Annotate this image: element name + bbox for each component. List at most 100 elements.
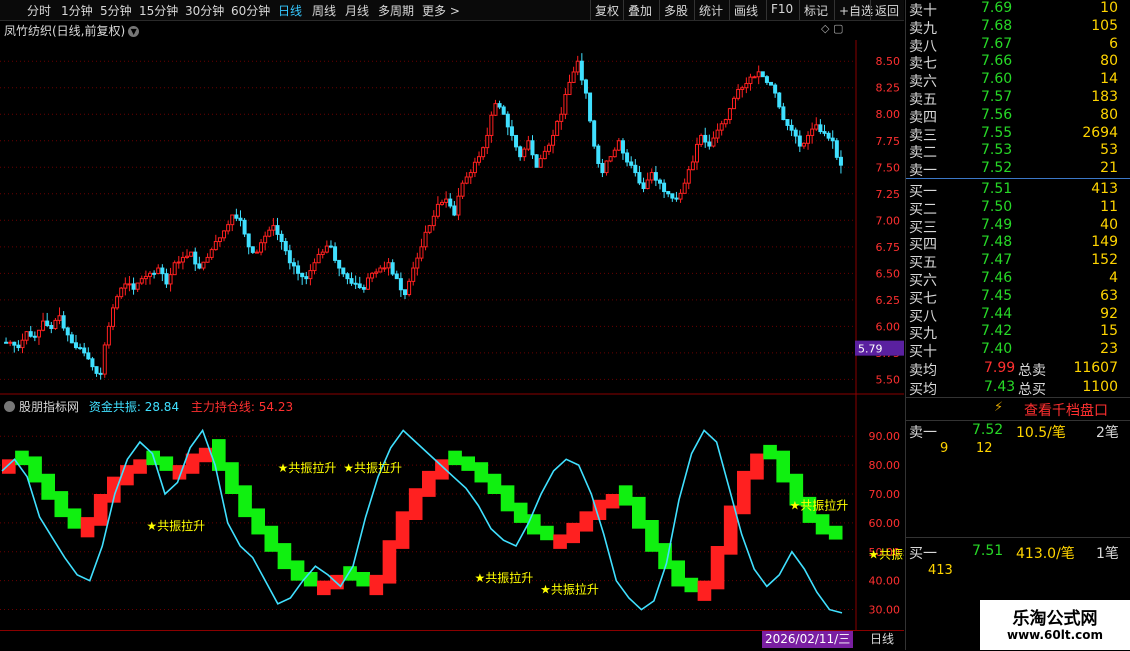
candle-body bbox=[32, 335, 37, 338]
bid-order: 413 bbox=[928, 563, 953, 578]
order-book-panel: 卖均 7.99 总卖 11607 买均 7.43 总买 1100 ⚡ 查看千档盘… bbox=[905, 0, 1130, 650]
candle-body bbox=[785, 119, 790, 126]
bid-level-price: 7.44 bbox=[981, 305, 1013, 322]
candle-body bbox=[53, 319, 58, 329]
bid-total: 1100 bbox=[1082, 379, 1118, 395]
candle-body bbox=[645, 179, 650, 189]
candle-body bbox=[826, 132, 831, 139]
bid-level-row[interactable]: 买六 7.46 4 bbox=[906, 270, 1130, 289]
ask-level-price: 7.66 bbox=[981, 53, 1013, 70]
ask-level-row[interactable]: 卖二 7.53 53 bbox=[906, 142, 1130, 161]
line1-value: 28.84 bbox=[144, 400, 180, 414]
ask-level-label: 卖一 bbox=[909, 163, 937, 180]
candle-body bbox=[649, 172, 654, 181]
candle-body bbox=[242, 219, 247, 235]
bid-level-row[interactable]: 买四 7.48 149 bbox=[906, 234, 1130, 253]
position-band-bar bbox=[618, 485, 633, 506]
queue-divider bbox=[906, 537, 1130, 538]
candle-body bbox=[378, 267, 383, 273]
candle-body bbox=[427, 225, 432, 233]
position-band-bar bbox=[697, 580, 712, 601]
price-tick-label: 8.00 bbox=[876, 108, 901, 121]
bid-level-volume: 413 bbox=[1091, 181, 1118, 197]
ask-level-row[interactable]: 卖九 7.68 105 bbox=[906, 18, 1130, 37]
ask-level-row[interactable]: 卖一 7.52 21 bbox=[906, 160, 1130, 180]
candle-body bbox=[583, 79, 588, 94]
lightning-icon: ⚡ bbox=[994, 400, 1004, 415]
candle-body bbox=[365, 277, 370, 290]
ask-level-row[interactable]: 卖十 7.69 10 bbox=[906, 0, 1130, 19]
indicator-name[interactable]: 股朋指标网 bbox=[19, 400, 79, 414]
candle-body bbox=[538, 158, 543, 168]
bid-level-row[interactable]: 买七 7.45 63 bbox=[906, 287, 1130, 307]
candle-body bbox=[797, 135, 802, 147]
candle-body bbox=[291, 262, 296, 267]
candle-body bbox=[670, 193, 675, 199]
indicator-tick-label: 40.00 bbox=[869, 575, 901, 588]
bid-level-volume: 63 bbox=[1100, 287, 1118, 304]
candle-body bbox=[349, 278, 354, 284]
bid-level-row[interactable]: 买一 7.51 413 bbox=[906, 181, 1130, 200]
watermark-name: 乐淘公式网 bbox=[1012, 609, 1098, 629]
ask-level-row[interactable]: 卖五 7.57 183 bbox=[906, 89, 1130, 108]
candle-body bbox=[472, 161, 477, 174]
indicator-menu-icon[interactable] bbox=[4, 401, 15, 412]
candle-body bbox=[390, 262, 395, 275]
ask-level-volume: 53 bbox=[1100, 142, 1118, 159]
candle-body bbox=[440, 201, 445, 205]
bid-queue-price: 7.51 bbox=[972, 543, 1004, 559]
candle-body bbox=[370, 272, 375, 279]
candle-body bbox=[139, 278, 144, 284]
price-tick-label: 7.50 bbox=[876, 161, 901, 174]
position-band-bar bbox=[540, 525, 554, 541]
ask-level-row[interactable]: 卖八 7.67 6 bbox=[906, 36, 1130, 55]
bid-level-row[interactable]: 买二 7.50 11 bbox=[906, 199, 1130, 218]
bid-level-row[interactable]: 买十 7.40 23 bbox=[906, 341, 1130, 360]
candle-body bbox=[620, 140, 625, 154]
position-band-bar bbox=[67, 508, 82, 529]
bid-level-row[interactable]: 买三 7.49 40 bbox=[906, 217, 1130, 236]
candle-body bbox=[760, 71, 765, 78]
position-band-bar bbox=[212, 439, 226, 471]
position-band-bar bbox=[605, 494, 620, 509]
candle-body bbox=[653, 172, 658, 181]
candle-body bbox=[259, 242, 264, 253]
candle-body bbox=[518, 146, 523, 158]
period-tab-bottom[interactable]: 日线 bbox=[862, 631, 902, 648]
ask-level-price: 7.69 bbox=[981, 0, 1013, 16]
candle-body bbox=[176, 261, 181, 264]
candle-body bbox=[45, 320, 50, 326]
view-depth-button[interactable]: ⚡ 查看千档盘口 bbox=[906, 397, 1130, 421]
candle-body bbox=[341, 267, 346, 275]
bid-level-price: 7.45 bbox=[981, 287, 1013, 304]
candle-body bbox=[666, 191, 671, 195]
ask-level-volume: 14 bbox=[1100, 71, 1118, 88]
bid-level-row[interactable]: 买八 7.44 92 bbox=[906, 305, 1130, 325]
candle-body bbox=[201, 261, 206, 269]
price-tick-label: 7.75 bbox=[876, 135, 901, 148]
ask-level-row[interactable]: 卖四 7.56 80 bbox=[906, 107, 1130, 126]
price-tick-label: 7.25 bbox=[876, 188, 901, 201]
candle-body bbox=[119, 287, 124, 298]
ask-level-row[interactable]: 卖七 7.66 80 bbox=[906, 53, 1130, 72]
candle-body bbox=[28, 331, 33, 337]
candle-body bbox=[197, 263, 202, 269]
candle-body bbox=[36, 329, 41, 338]
candle-body bbox=[690, 161, 695, 171]
candle-body bbox=[135, 282, 140, 290]
ask-level-row[interactable]: 卖六 7.60 14 bbox=[906, 71, 1130, 90]
candle-body bbox=[477, 156, 482, 163]
candle-body bbox=[452, 205, 457, 216]
candle-body bbox=[102, 344, 107, 375]
position-band-bar bbox=[737, 470, 751, 515]
candle-body bbox=[818, 124, 823, 133]
candle-body bbox=[431, 215, 436, 227]
bid-level-row[interactable]: 买五 7.47 152 bbox=[906, 252, 1130, 271]
ask-level-row[interactable]: 卖三 7.55 2694 bbox=[906, 125, 1130, 144]
candle-body bbox=[793, 129, 798, 137]
bid-level-row[interactable]: 买九 7.42 15 bbox=[906, 323, 1130, 342]
kline-chart[interactable]: 5.505.756.006.256.506.757.007.257.507.75… bbox=[0, 0, 904, 650]
candle-body bbox=[526, 140, 531, 150]
candle-body bbox=[246, 233, 251, 248]
candle-body bbox=[699, 134, 704, 145]
